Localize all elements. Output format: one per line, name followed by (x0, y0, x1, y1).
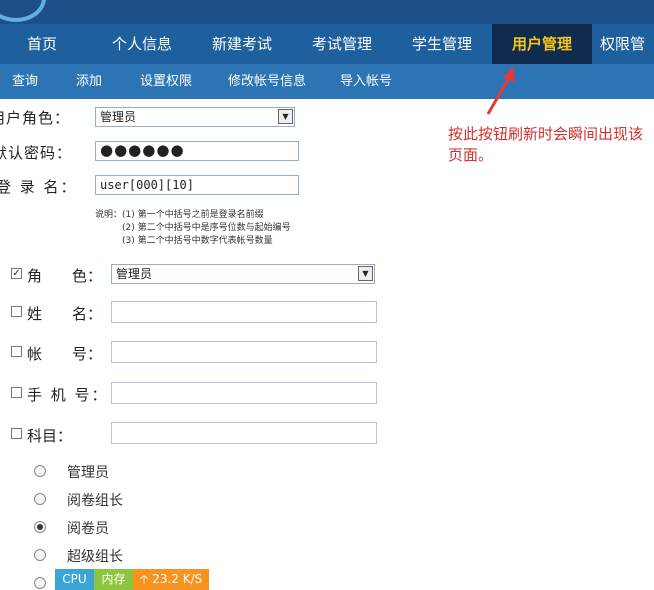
main-nav: 首页 个人信息 新建考试 考试管理 学生管理 用户管理 权限管 (0, 24, 654, 64)
nav-student-manage[interactable]: 学生管理 (392, 24, 492, 64)
memory-indicator: 内存 (94, 569, 133, 590)
filter-name-label: 姓 名： (27, 305, 103, 323)
account-checkbox[interactable] (11, 346, 22, 357)
up-arrow-icon: 🡡 (139, 572, 149, 586)
filter-subject-input[interactable] (111, 422, 377, 444)
radio-super-leader[interactable] (34, 549, 46, 561)
note-line-2: (2) 第二个中括号中是序号位数与起始编号 (122, 223, 291, 233)
network-speed-value: 23.2 K/S (152, 572, 203, 586)
radio-admin-label: 管理员 (67, 465, 109, 481)
nav-home[interactable]: 首页 (0, 24, 84, 64)
nav-exam-manage[interactable]: 考试管理 (292, 24, 392, 64)
filter-name-input[interactable] (111, 301, 377, 323)
role-checkbox[interactable]: ✓ (11, 268, 22, 279)
subnav-add[interactable]: 添加 (76, 64, 102, 99)
role-select-value: 管理员 (100, 110, 137, 124)
nav-user-manage[interactable]: 用户管理 (492, 24, 592, 64)
filter-phone-label: 手 机 号： (27, 386, 109, 404)
filter-role-label: 角 色： (27, 267, 103, 285)
radio-grader[interactable] (34, 521, 46, 533)
logo (0, 0, 46, 22)
subject-checkbox[interactable] (11, 428, 22, 439)
note-line-1: 说明：(1) 第一个中括号之前是登录名前缀 (95, 210, 264, 220)
annotation-text: 按此按钮刷新时会瞬间出现该页面。 (448, 125, 644, 164)
filter-subject-label: 科目： (27, 427, 73, 445)
login-name-field[interactable]: user[000][10] (95, 175, 299, 195)
subnav-query[interactable]: 查询 (12, 64, 38, 99)
filter-account-input[interactable] (111, 341, 377, 363)
password-field[interactable]: ●●●●●● (95, 141, 299, 161)
header-bar (0, 0, 654, 24)
radio-grading-leader-label: 阅卷组长 (67, 493, 123, 509)
cpu-indicator: CPU (55, 569, 94, 590)
annotation-arrow-icon (486, 66, 515, 115)
subnav-import-account[interactable]: 导入帐号 (340, 64, 392, 99)
login-name-label: 登 录 名： (0, 178, 78, 196)
radio-super-leader-label: 超级组长 (67, 549, 123, 565)
filter-account-label: 帐 号： (27, 345, 103, 363)
note-line-3: (3) 第二个中括号中数字代表帐号数量 (122, 236, 273, 246)
name-checkbox[interactable] (11, 306, 22, 317)
network-speed: 🡡 23.2 K/S (133, 569, 209, 590)
nav-new-exam[interactable]: 新建考试 (192, 24, 292, 64)
password-label: 默认密码： (0, 144, 73, 162)
subnav-edit-account[interactable]: 修改帐号信息 (228, 64, 306, 99)
phone-checkbox[interactable] (11, 387, 22, 398)
role-select[interactable]: 管理员 ▼ (95, 107, 295, 127)
radio-grading-leader[interactable] (34, 493, 46, 505)
nav-profile[interactable]: 个人信息 (92, 24, 192, 64)
filter-role-value: 管理员 (116, 267, 153, 281)
chevron-down-icon[interactable]: ▼ (358, 266, 373, 281)
nav-permission-manage[interactable]: 权限管 (600, 24, 654, 64)
sub-nav: 查询 添加 设置权限 修改帐号信息 导入帐号 (0, 64, 654, 99)
radio-grader-label: 阅卷员 (67, 521, 109, 537)
chevron-down-icon[interactable]: ▼ (278, 109, 293, 124)
radio-more[interactable] (34, 577, 46, 589)
subnav-set-permission[interactable]: 设置权限 (140, 64, 192, 99)
filter-phone-input[interactable] (111, 382, 377, 404)
radio-admin[interactable] (34, 465, 46, 477)
filter-role-select[interactable]: 管理员 ▼ (111, 264, 375, 284)
role-label: 用户角色： (0, 109, 71, 127)
